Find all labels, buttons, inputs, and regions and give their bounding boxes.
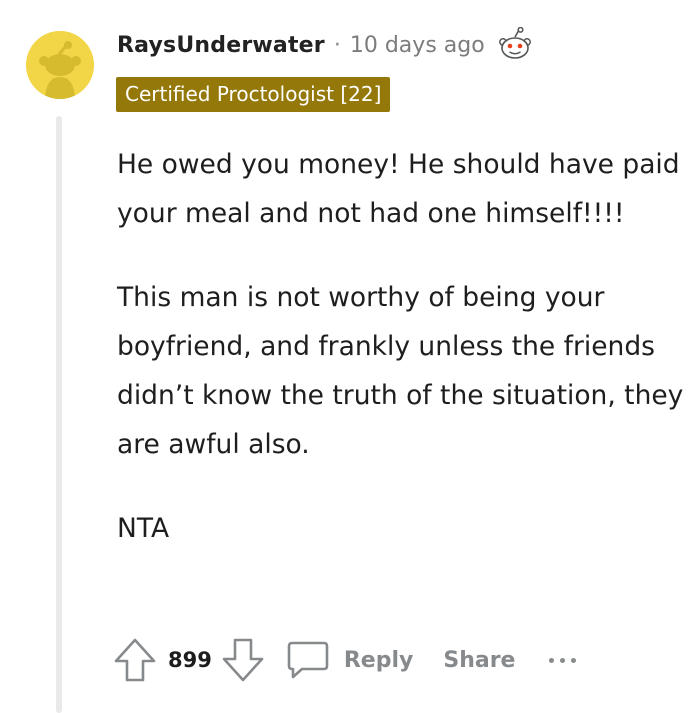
upvote-arrow-icon	[114, 638, 156, 682]
upvote-button[interactable]	[112, 637, 158, 683]
more-options-button[interactable]	[549, 645, 577, 675]
downvote-arrow-icon	[222, 638, 264, 682]
comment-paragraph: He owed you money! He should have paid y…	[117, 149, 680, 229]
reply-button[interactable]: Reply	[286, 639, 414, 681]
more-options-icon	[549, 657, 555, 663]
user-flair: Certified Proctologist [22]	[116, 77, 391, 112]
timestamp[interactable]: 10 days ago	[350, 33, 485, 58]
more-options-icon	[560, 657, 566, 663]
thread-line[interactable]	[56, 116, 62, 713]
reply-label: Reply	[343, 647, 414, 673]
avatar[interactable]	[26, 31, 94, 99]
more-options-icon	[571, 657, 577, 663]
comment-actions: 899 Reply Share	[112, 634, 577, 686]
comment-body: He owed you money! He should have paid y…	[117, 140, 692, 588]
comment-bubble-icon	[287, 641, 329, 679]
comment-header: RaysUnderwater · 10 days ago	[117, 25, 535, 65]
downvote-button[interactable]	[220, 637, 266, 683]
snoo-avatar-icon	[26, 31, 94, 99]
comment-paragraph: This man is not worthy of being your boy…	[117, 282, 684, 460]
author-username[interactable]: RaysUnderwater	[117, 33, 325, 58]
separator-dot: ·	[333, 32, 341, 58]
share-button[interactable]: Share	[443, 648, 515, 673]
snoo-award-icon[interactable]	[495, 26, 535, 63]
vote-score: 899	[168, 648, 212, 672]
comment-paragraph: NTA	[117, 513, 170, 544]
